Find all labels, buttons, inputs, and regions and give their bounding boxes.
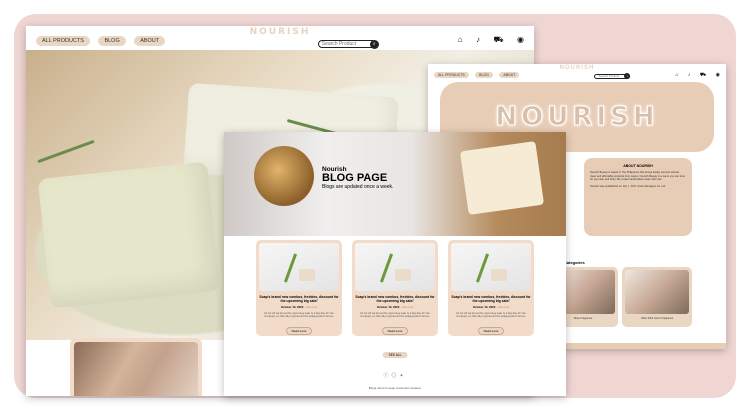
blog-card-date: October 10, 2023 - Kait Cole (472, 304, 510, 309)
brand-logo[interactable]: NOURISH (560, 65, 595, 71)
blog-card[interactable]: Soap's brand new combos, freebies, disco… (256, 240, 342, 336)
home-icon[interactable]: ⌂ (458, 35, 463, 44)
blog-card-title: Soap's brand new combos, freebies, disco… (259, 295, 339, 304)
faucet-image (254, 146, 314, 206)
twitter-icon[interactable]: ✦ (399, 373, 406, 379)
nav-all-products[interactable]: ALL PRODUCTS (434, 72, 469, 78)
nav-all-products[interactable]: ALL PRODUCTS (36, 36, 90, 46)
category-label: Other Rich Scent Fragrance (640, 317, 674, 320)
nav-blog[interactable]: BLOG (98, 36, 126, 46)
blog-card-date: October 10, 2023 - Kait Cole (376, 304, 414, 309)
soap-image (459, 141, 545, 215)
search-input[interactable] (317, 40, 376, 48)
nav-links: ALL PRODUCTS BLOG ABOUT (36, 29, 169, 47)
facebook-icon[interactable]: ⓕ (383, 373, 391, 379)
see-all-button[interactable]: SEE ALL (382, 352, 408, 358)
blog-cards: Soap's brand new combos, freebies, disco… (256, 240, 534, 336)
search-icon[interactable]: ⌕ (624, 73, 631, 79)
blog-window: Nourish BLOG PAGE Blogs are updated once… (224, 132, 566, 396)
user-icon[interactable]: ◉ (716, 72, 720, 78)
category-card[interactable]: Other Rich Scent Fragrance (622, 267, 692, 327)
user-icon[interactable]: ◉ (517, 35, 524, 44)
nav-about[interactable]: ABOUT (499, 72, 520, 78)
instagram-icon[interactable]: ◎ (391, 373, 399, 379)
herb-sprig (37, 139, 95, 164)
read-more-button[interactable]: Read more (285, 327, 313, 336)
social-links: ⓕ◎✦ (383, 372, 406, 379)
categories-title: Categories (564, 260, 585, 265)
cart-icon[interactable]: ⛟ (700, 72, 706, 78)
home-icon[interactable]: ⌂ (675, 72, 678, 78)
blog-card-desc: As for all we know the upcoming sale is … (264, 310, 334, 319)
blog-card[interactable]: Soap's brand new combos, freebies, disco… (448, 240, 534, 336)
banner-logo: NOURISH (495, 102, 659, 133)
cart-icon[interactable]: ⛟ (493, 35, 503, 44)
blog-card-image (451, 243, 531, 291)
bell-icon[interactable]: ♪ (688, 72, 691, 78)
blog-footer: Blogs intent to keep customers hooked. (368, 386, 422, 390)
blog-card[interactable]: Soap's brand new combos, freebies, disco… (352, 240, 438, 336)
blog-card-desc: As for all we know the upcoming sale is … (360, 310, 430, 319)
about-text: Nourish was established on July 7, 2017 … (590, 184, 666, 188)
brand-logo[interactable]: NOURISH (250, 27, 311, 37)
blog-card-image (259, 243, 339, 291)
about-heading: ABOUT NOURISH (623, 164, 653, 168)
blog-title: BLOG PAGE (322, 172, 388, 184)
top-nav: ALL PRODUCTS BLOG ABOUT NOURISH ⌕ ⌂ ♪ ⛟ … (428, 64, 726, 80)
blog-card-desc: As for all we know the upcoming sale is … (456, 310, 526, 319)
blog-tagline: Blogs are updated once a week. (322, 184, 394, 190)
nav-blog[interactable]: BLOG (475, 72, 493, 78)
blog-card-title: Soap's brand new combos, freebies, disco… (451, 295, 531, 304)
soap-bar-image (37, 161, 221, 309)
search-icon[interactable]: ⌕ (369, 39, 379, 49)
about-text: Nourish Beauty is based in The Philippin… (590, 171, 685, 182)
read-more-button[interactable]: Read more (477, 327, 505, 336)
bell-icon[interactable]: ♪ (476, 35, 480, 44)
blog-hero: Nourish BLOG PAGE Blogs are updated once… (224, 132, 566, 236)
search-bar: ⌕ (317, 39, 379, 49)
blog-card-title: Soap's brand new combos, freebies, disco… (355, 295, 435, 304)
read-more-button[interactable]: Read more (381, 327, 409, 336)
top-nav: ALL PRODUCTS BLOG ABOUT NOURISH ⌕ ⌂ ♪ ⛟ … (26, 26, 534, 50)
blog-card-date: October 10, 2023 - Kait Cole (280, 304, 318, 309)
blog-card-image (355, 243, 435, 291)
about-card: ABOUT NOURISH Nourish Beauty is based in… (584, 158, 692, 236)
product-thumbnail[interactable] (70, 338, 202, 396)
nav-about[interactable]: ABOUT (134, 36, 166, 46)
search-bar: ⌕ (594, 73, 631, 79)
